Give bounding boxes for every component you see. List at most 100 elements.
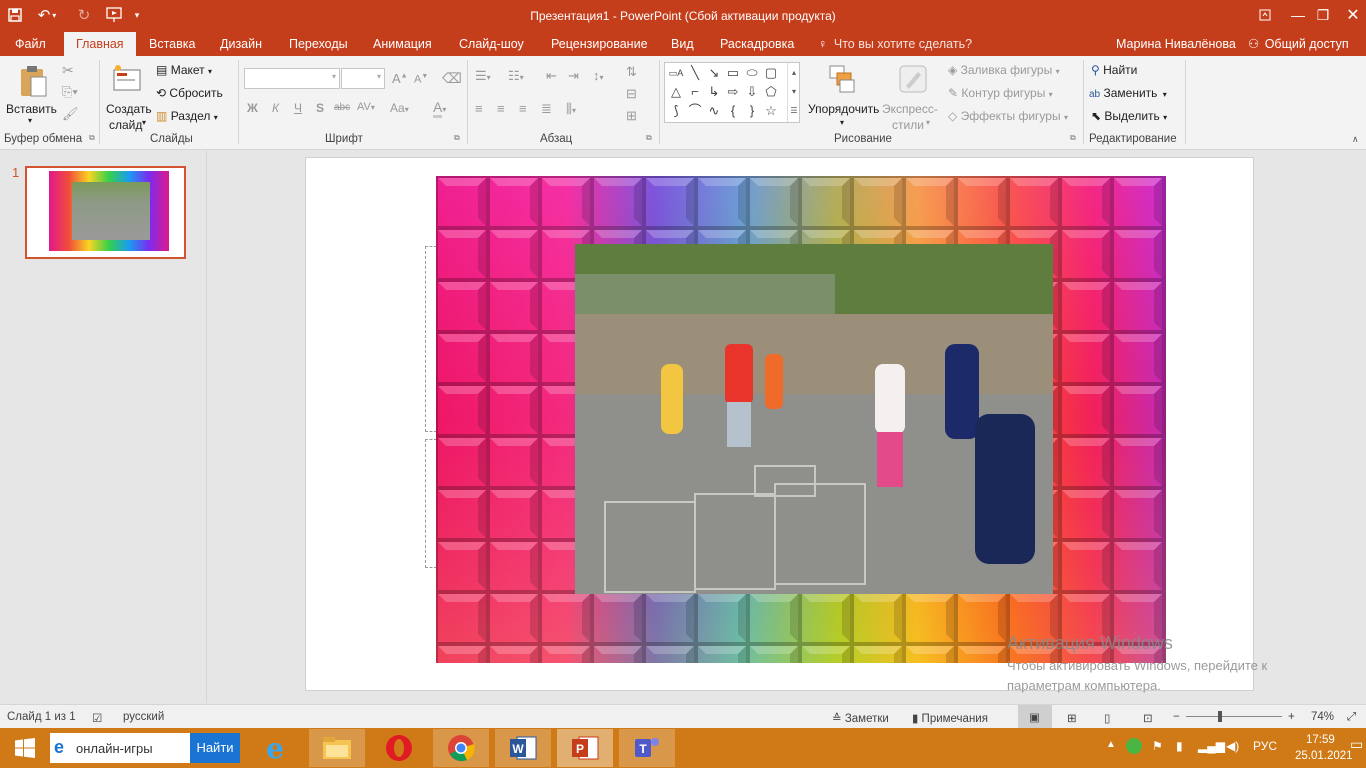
format-painter-icon[interactable]: 🖌	[62, 106, 79, 122]
tab-file[interactable]: Файл	[15, 32, 46, 56]
slideshow-view-icon[interactable]: ⊡	[1143, 711, 1153, 725]
dialog-launcher-icon[interactable]: ⧉	[89, 133, 95, 143]
curved-connector-icon[interactable]: ⟆	[668, 103, 684, 119]
character-spacing-button[interactable]: AV▾	[357, 101, 375, 113]
clock-date[interactable]: 25.01.2021	[1295, 750, 1353, 762]
zoom-level[interactable]: 74%	[1311, 711, 1334, 723]
dialog-launcher-icon[interactable]: ⧉	[646, 133, 652, 143]
action-center-flag-icon[interactable]: ⚑	[1152, 739, 1163, 753]
pentagon-shape-icon[interactable]: ⬠	[763, 84, 779, 100]
shape-effects-button[interactable]: ◇ Эффекты фигуры ▾	[948, 109, 1068, 123]
word-icon[interactable]: W	[495, 729, 551, 767]
tab-review[interactable]: Рецензирование	[551, 32, 648, 56]
font-color-button[interactable]: A▾	[433, 99, 446, 118]
triangle-shape-icon[interactable]: △	[668, 84, 684, 100]
slide-canvas[interactable]	[305, 157, 1254, 691]
strikethrough-button[interactable]: abc	[334, 102, 350, 113]
tab-storyboard[interactable]: Раскадровка	[720, 32, 794, 56]
chrome-icon[interactable]	[433, 729, 489, 767]
user-name[interactable]: Марина Нивалёнова	[1116, 32, 1236, 56]
tray-app-icon[interactable]	[1126, 738, 1142, 757]
fit-slide-icon[interactable]: ⤢	[1347, 711, 1356, 724]
volume-icon[interactable]: ◀)	[1226, 739, 1239, 753]
shape-outline-button[interactable]: ✎ Контур фигуры ▾	[948, 86, 1053, 100]
align-center-icon[interactable]: ≡	[497, 101, 505, 116]
find-button[interactable]: ⚲ Найти	[1091, 63, 1137, 77]
select-button[interactable]: ⬉ Выделить ▾	[1091, 109, 1167, 123]
align-right-icon[interactable]: ≡	[519, 101, 527, 116]
bullets-icon[interactable]: ☰▾	[475, 68, 491, 84]
battery-icon[interactable]: ▮	[1176, 739, 1183, 753]
decrease-indent-icon[interactable]: ⇤	[546, 68, 557, 84]
align-left-icon[interactable]: ≡	[475, 101, 483, 116]
change-case-button[interactable]: Aa▾	[390, 101, 409, 115]
teams-icon[interactable]: T	[619, 729, 675, 767]
shape-fill-button[interactable]: ◈ Заливка фигуры ▾	[948, 63, 1060, 77]
tab-home[interactable]: Главная	[64, 32, 136, 56]
arrange-button[interactable]: Упорядочить ▾	[808, 60, 880, 132]
italic-button[interactable]: К	[272, 101, 279, 115]
section-button[interactable]: ▥ Раздел ▾	[156, 109, 218, 123]
copy-icon[interactable]: ⎘▾	[62, 84, 78, 100]
dialog-launcher-icon[interactable]: ⧉	[1070, 133, 1076, 143]
cut-icon[interactable]: ✂	[62, 62, 74, 79]
text-box-icon[interactable]: ▭A	[668, 65, 684, 81]
replace-button[interactable]: ab Заменить ▾	[1089, 86, 1167, 100]
language-status[interactable]: русский	[123, 711, 164, 723]
clear-formatting-icon[interactable]: ⌫	[442, 70, 462, 87]
font-family-input[interactable]: ▾	[244, 68, 340, 89]
rectangle-shape-icon[interactable]: ▭	[725, 65, 741, 81]
slide-thumbnail[interactable]	[25, 166, 186, 259]
tray-expand-icon[interactable]: ▲	[1106, 739, 1116, 750]
windows-start-icon[interactable]	[0, 729, 50, 767]
text-shadow-button[interactable]: S	[316, 101, 324, 115]
zoom-in-icon[interactable]: +	[1288, 711, 1295, 723]
network-icon[interactable]: ▂▄▆	[1198, 739, 1225, 753]
arc-shape-icon[interactable]: ⌒	[687, 103, 703, 119]
bold-button[interactable]: Ж	[247, 101, 258, 115]
paste-button[interactable]: Вставить ▾	[6, 60, 57, 130]
shapes-gallery[interactable]: ▭A ╲ ↘ ▭ ⬭ ▢ △ ⌐ ↳ ⇨ ⇩ ⬠ ⟆ ⌒ ∿ { } ☆ ▴ ▾ ☰	[664, 62, 800, 123]
taskbar-search[interactable]: e онлайн-игры Найти	[50, 733, 240, 763]
down-arrow-shape-icon[interactable]: ⇩	[744, 84, 760, 100]
increase-indent-icon[interactable]: ⇥	[568, 68, 579, 84]
tab-animation[interactable]: Анимация	[373, 32, 432, 56]
internet-explorer-icon[interactable]: e	[247, 729, 303, 767]
share-button[interactable]: ⚇ Общий доступ	[1248, 32, 1349, 56]
line-spacing-icon[interactable]: ↕▾	[593, 68, 604, 83]
right-arrow-shape-icon[interactable]: ⇨	[725, 84, 741, 100]
children-playing-hopscotch-photo[interactable]	[575, 244, 1053, 594]
left-brace-icon[interactable]: {	[725, 103, 741, 119]
shrink-font-icon[interactable]: A▼	[414, 73, 428, 86]
zoom-out-icon[interactable]: −	[1173, 711, 1180, 723]
keyboard-language[interactable]: РУС	[1253, 739, 1277, 753]
freeform-shape-icon[interactable]: ∿	[706, 103, 722, 119]
grow-font-icon[interactable]: A▲	[392, 71, 408, 86]
text-direction-icon[interactable]: ⇅	[626, 64, 637, 80]
collapse-ribbon-icon[interactable]: ∧	[1352, 134, 1359, 145]
star-shape-icon[interactable]: ☆	[763, 103, 779, 119]
clock-time[interactable]: 17:59	[1306, 734, 1335, 746]
layout-button[interactable]: ▤ Макет ▾	[156, 63, 212, 77]
rounded-rectangle-icon[interactable]: ▢	[763, 65, 779, 81]
dialog-launcher-icon[interactable]: ⧉	[454, 133, 460, 143]
zoom-slider-thumb[interactable]	[1218, 711, 1222, 722]
elbow-arrow-icon[interactable]: ↳	[706, 84, 722, 100]
taskbar-search-button[interactable]: Найти	[190, 733, 240, 763]
gallery-scroll[interactable]: ▴ ▾ ☰	[787, 63, 800, 122]
close-icon[interactable]: ✕	[1330, 0, 1366, 30]
file-explorer-icon[interactable]	[309, 729, 365, 767]
slide-sorter-view-icon[interactable]: ⊞	[1067, 711, 1077, 725]
columns-icon[interactable]: ⫼▾	[566, 101, 576, 117]
line-shape-icon[interactable]: ╲	[687, 65, 703, 81]
tab-view[interactable]: Вид	[671, 32, 694, 56]
tab-slideshow[interactable]: Слайд-шоу	[459, 32, 524, 56]
reading-view-icon[interactable]: ▯	[1104, 711, 1110, 725]
font-size-input[interactable]: ▾	[341, 68, 385, 89]
tab-design[interactable]: Дизайн	[220, 32, 262, 56]
new-slide-button[interactable]: Создать слайд ▾	[104, 60, 152, 132]
oval-shape-icon[interactable]: ⬭	[744, 65, 760, 81]
numbering-icon[interactable]: ☷▾	[508, 68, 524, 84]
normal-view-button[interactable]: ▣	[1018, 705, 1052, 728]
powerpoint-icon[interactable]: P	[557, 729, 613, 767]
